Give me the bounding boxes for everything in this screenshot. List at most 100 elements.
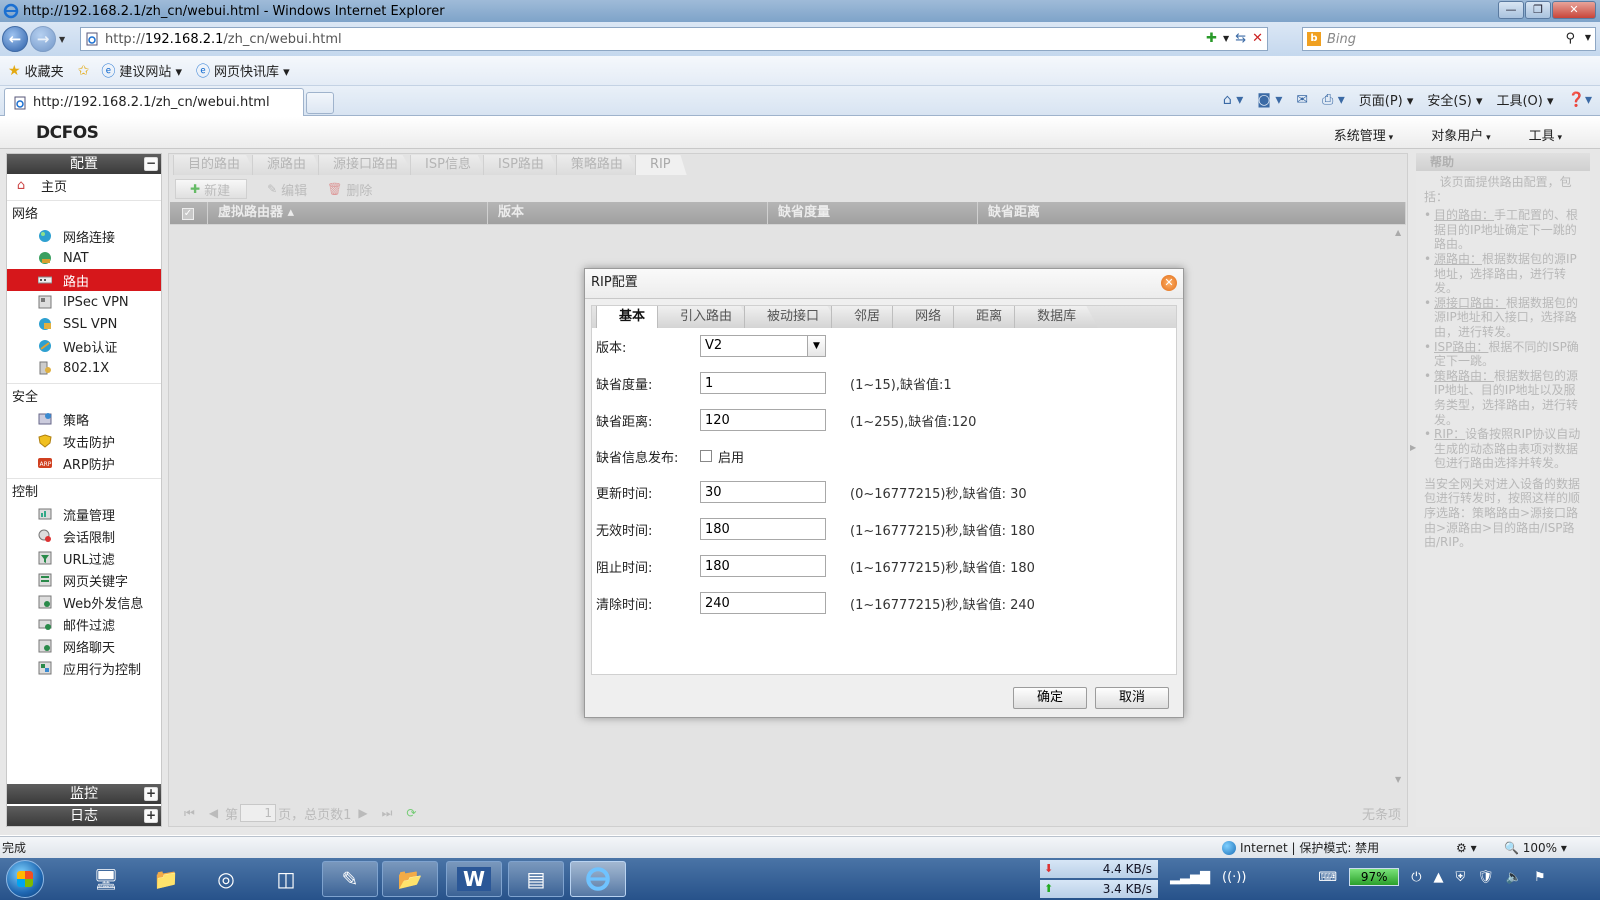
ok-button[interactable]: 确定 [1013,687,1087,709]
tab-destination-route[interactable]: 目的路由 [173,155,257,175]
tab-isp-route[interactable]: ISP路由 [482,155,560,175]
page-menu[interactable]: 页面(P) ▾ [1359,90,1414,109]
tab-basic[interactable]: 基本 [596,306,668,328]
sidebar-item-ipsec-vpn[interactable]: IPSec VPN [7,291,161,313]
favorites-button[interactable]: ★ 收藏夹 [8,61,64,81]
chevron-down-icon[interactable]: ▼ [1223,34,1229,43]
wifi-icon[interactable]: ((·)) [1222,870,1246,885]
sidebar-item-nat[interactable]: NAT [7,247,161,269]
suggested-sites-link[interactable]: ⓔ 建议网站 ▾ [101,61,182,81]
sidebar-item-im[interactable]: 网络聊天 [7,635,161,657]
add-favorite-button[interactable]: ✩ [78,63,94,79]
safety-menu[interactable]: 安全(S) ▾ [1427,90,1482,109]
sidebar-item-web-auth[interactable]: Web认证 [7,335,161,357]
sidebar-item-routing[interactable]: 路由 [7,269,161,291]
tab-policy-route[interactable]: 策略路由 [555,155,639,175]
tab-source-route[interactable]: 源路由 [252,155,323,175]
sidebar-item-attack-defense[interactable]: 攻击防护 [7,430,161,452]
column-default-distance[interactable]: 缺省距离 [978,202,1406,224]
search-icon[interactable]: ⚲ [1565,31,1575,46]
keyboard-icon[interactable]: ⌨ [1318,870,1337,885]
grid-scrollbar[interactable]: ▲ ▼ [1395,228,1405,784]
battery-indicator[interactable]: 97% [1349,868,1400,886]
tab-network[interactable]: 网络 [892,306,964,328]
default-distance-input[interactable] [700,409,826,431]
close-window-button[interactable]: ✕ [1552,1,1596,19]
sidebar-item-ssl-vpn[interactable]: SSL VPN [7,313,161,335]
next-page-icon[interactable]: ▶ [358,806,367,820]
sidebar-item-app-control[interactable]: 应用行为控制 [7,657,161,679]
volume-icon[interactable]: 🔈 [1506,870,1522,885]
help-icon[interactable]: ❓▾ [1568,92,1592,108]
sidebar-header-log[interactable]: 日志 + [7,806,161,826]
sidebar-item-8021x[interactable]: 802.1X [7,357,161,379]
column-version[interactable]: 版本 [488,202,768,224]
page-number-input[interactable]: 1 [240,804,277,822]
taskbar-browser-icon[interactable]: ◎ [198,861,254,897]
back-button[interactable]: ← [2,26,28,52]
object-users-menu[interactable]: 对象用户 [1431,125,1490,144]
column-default-metric[interactable]: 缺省度量 [768,202,978,224]
print-icon[interactable]: ⎙ ▾ [1322,92,1345,108]
feeds-icon[interactable]: ◙ ▾ [1257,92,1282,108]
select-all-checkbox[interactable]: ✓ [170,202,208,224]
sidebar-item-arp-defense[interactable]: ARP ARP防护 [7,452,161,474]
new-button[interactable]: ✚ 新建 [175,179,248,199]
home-icon[interactable]: ⌂ ▾ [1223,92,1243,108]
holddown-time-input[interactable] [700,555,826,577]
close-icon[interactable]: ✕ [1161,275,1177,291]
first-page-icon[interactable]: ⏮ [184,806,195,821]
tools-menu[interactable]: 工具(O) ▾ [1496,90,1553,109]
chevron-down-icon[interactable]: ▼ [59,35,65,44]
tab-neighbor[interactable]: 邻居 [831,306,903,328]
update-time-input[interactable] [700,481,826,503]
default-metric-input[interactable] [700,372,826,394]
sidebar-item-url-filter[interactable]: URL过滤 [7,547,161,569]
tab-database[interactable]: 数据库 [1014,306,1099,328]
sidebar-item-traffic[interactable]: 流量管理 [7,503,161,525]
taskbar-app-icon[interactable]: ◫ [258,861,314,897]
collapse-icon[interactable]: − [144,157,158,171]
refresh-icon[interactable]: ⇆ [1235,31,1246,46]
action-center-icon[interactable]: ⚑ [1534,870,1546,885]
stop-icon[interactable]: ✕ [1252,31,1263,46]
system-management-menu[interactable]: 系统管理 [1334,125,1393,144]
delete-button[interactable]: 🗑 删除 [327,180,372,199]
tab-passive-interface[interactable]: 被动接口 [744,306,842,328]
sidebar-item-session-limit[interactable]: 会话限制 [7,525,161,547]
expand-icon[interactable]: + [144,809,158,823]
protected-mode-icon[interactable]: ⚙ ▾ [1456,841,1477,855]
taskbar-notes-icon[interactable]: ✎ [322,861,378,897]
sidebar-item-policy[interactable]: 策略 [7,408,161,430]
sidebar-item-web-outbound[interactable]: Web外发信息 [7,591,161,613]
security-zone[interactable]: Internet | 保护模式: 禁用 [1222,839,1379,856]
tab-redistribute[interactable]: 引入路由 [657,306,755,328]
sidebar-item-keyword[interactable]: 网页关键字 [7,569,161,591]
invalid-time-input[interactable] [700,518,826,540]
tab-distance[interactable]: 距离 [953,306,1025,328]
tray-expand-icon[interactable]: ▲ [1433,870,1443,885]
zoom-level[interactable]: 🔍 100% ▾ [1504,841,1567,855]
browser-tab[interactable]: http://192.168.2.1/zh_cn/webui.html [4,88,304,116]
compatibility-icon[interactable]: ✚ [1206,31,1217,46]
taskbar-explorer-icon[interactable]: 📂 [382,861,438,897]
signal-icon[interactable]: ▂▃▅▇ [1170,870,1210,885]
web-slice-gallery-link[interactable]: ⓔ 网页快讯库 ▾ [196,61,290,81]
taskbar-ie-icon[interactable] [570,861,626,897]
taskbar-window-icon[interactable]: ▤ [508,861,564,897]
forward-button[interactable]: → [30,26,56,52]
last-page-icon[interactable]: ⏭ [382,806,393,821]
prev-page-icon[interactable]: ◀ [209,806,218,820]
chevron-down-icon[interactable]: ▼ [807,336,825,356]
column-virtual-router[interactable]: 虚拟路由器 ▴ [208,202,488,224]
minimize-button[interactable]: — [1498,1,1524,19]
antivirus-icon[interactable]: ⛨ [1455,870,1465,885]
sidebar-header-monitor[interactable]: 监控 + [7,784,161,804]
chevron-down-icon[interactable]: ▼ [1585,33,1591,42]
edit-button[interactable]: ✎ 编辑 [267,180,307,199]
sidebar-item-mail-filter[interactable]: 邮件过滤 [7,613,161,635]
default-info-checkbox[interactable] [700,450,712,462]
tab-isp-info[interactable]: ISP信息 [410,155,487,175]
taskbar-folder-icon[interactable]: 📁 [138,861,194,897]
flush-time-input[interactable] [700,592,826,614]
